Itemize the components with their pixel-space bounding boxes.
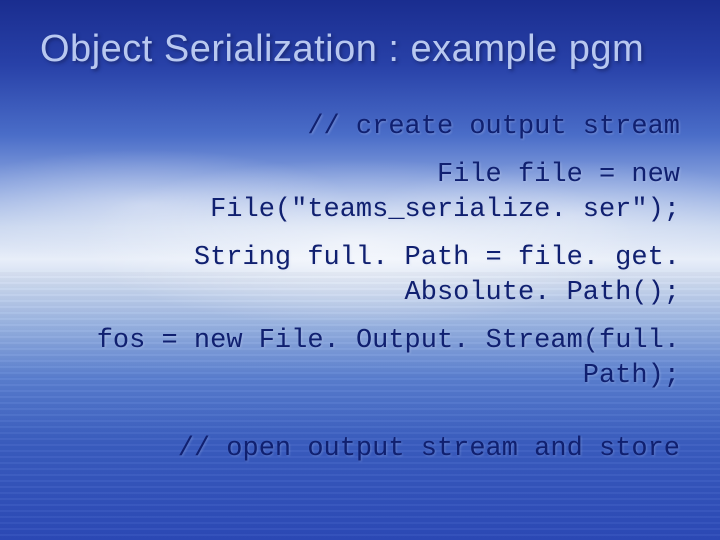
code-line-comment-open: // open output stream and store xyxy=(40,434,680,464)
slide-container: Object Serialization : example pgm // cr… xyxy=(0,0,720,540)
code-block: // create output stream File file = new … xyxy=(40,110,680,394)
slide-title: Object Serialization : example pgm xyxy=(40,28,680,72)
code-line-comment-create: // create output stream xyxy=(82,110,680,145)
code-line-fullpath: String full. Path = file. get. Absolute.… xyxy=(82,241,680,310)
code-line-file-new: File file = new File("teams_serialize. s… xyxy=(82,158,680,227)
code-line-fos: fos = new File. Output. Stream(full. Pat… xyxy=(82,324,680,393)
